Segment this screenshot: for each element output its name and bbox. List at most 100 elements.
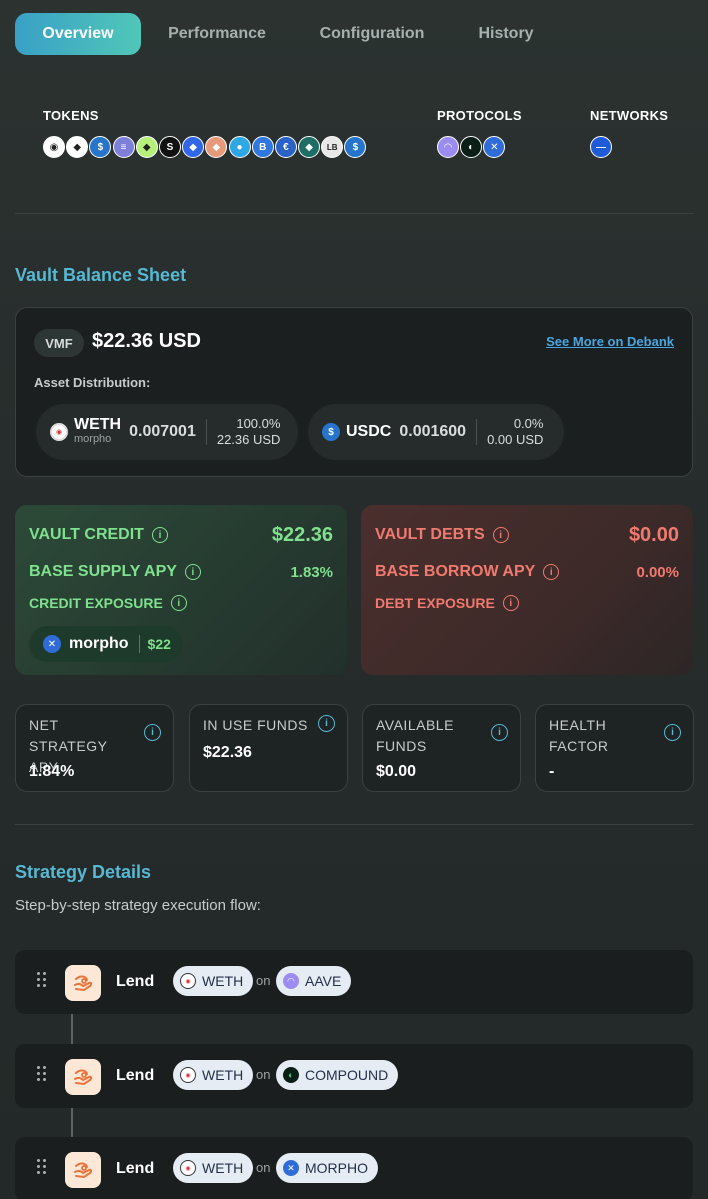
balance-sheet-card: VMF $22.36 USD See More on Debank Asset … xyxy=(15,307,693,477)
strategy-details-title: Strategy Details xyxy=(15,862,152,882)
step-connector-line xyxy=(71,1107,73,1137)
base-network-icon[interactable]: — xyxy=(590,136,612,158)
token-icon-list: ◉ ◆ $ ≡ ◆ S ◆ ◆ ● B € ◆ LB $ xyxy=(43,136,368,158)
drag-handle-icon[interactable] xyxy=(37,1159,47,1175)
vault-debts-value: $0.00 xyxy=(628,524,679,546)
vault-tag-badge: VMF xyxy=(34,329,84,357)
exposure-value: $22 xyxy=(147,636,171,652)
weth-icon: ◉ xyxy=(180,973,196,989)
info-icon[interactable]: i xyxy=(151,527,168,543)
lend-icon xyxy=(65,1152,101,1188)
morpho-icon: ✕ xyxy=(43,635,61,653)
step-action: Lend xyxy=(116,1067,155,1084)
drag-handle-icon[interactable] xyxy=(37,972,47,988)
vault-credit-panel: VAULT CREDIT i $22.36 BASE SUPPLY APY i 1.… xyxy=(15,505,347,675)
eth-token-icon[interactable]: ◆ xyxy=(66,136,89,158)
weth-icon: ◉ xyxy=(50,423,68,441)
orange-eth-token-icon[interactable]: ◆ xyxy=(205,136,228,158)
drag-handle-icon[interactable] xyxy=(37,1066,47,1082)
morpho-exposure-pill[interactable]: ✕ morpho $22 xyxy=(29,626,183,662)
vault-credit-label: VAULT CREDIT i xyxy=(29,526,168,544)
metric-value: $0.00 xyxy=(376,763,417,780)
metric-label: AVAILABLE FUNDS xyxy=(376,717,454,754)
usdc-token-icon[interactable]: $ xyxy=(89,136,112,158)
info-icon[interactable]: i xyxy=(491,724,508,741)
base-borrow-apy-label: BASE BORROW APY i xyxy=(375,563,560,581)
protocols-label: PROTOCOLS xyxy=(437,108,522,123)
strategy-step[interactable]: Lend ◉ WETH on ◐ COMPOUND xyxy=(15,1044,693,1108)
asset-protocol: morpho xyxy=(74,433,112,445)
protocol-chip-morpho[interactable]: ✕ MORPHO xyxy=(276,1153,378,1183)
tab-overview[interactable]: Overview xyxy=(15,13,141,55)
tokens-label: TOKENS xyxy=(43,108,99,123)
morpho-protocol-icon[interactable]: ✕ xyxy=(483,136,506,158)
weth-icon: ◉ xyxy=(180,1160,196,1176)
info-icon[interactable]: i xyxy=(184,564,201,580)
in-use-funds-card: IN USE FUNDS i $22.36 xyxy=(189,704,348,792)
tab-history[interactable]: History xyxy=(451,13,561,55)
protocol-icon-list: ◠ ◐ ✕ xyxy=(437,136,507,158)
vault-debts-panel: VAULT DEBTS i $0.00 BASE BORROW APY i 0.00… xyxy=(361,505,693,675)
protocol-chip-aave[interactable]: ◠ AAVE xyxy=(276,966,352,996)
debt-exposure-label: DEBT EXPOSURE i xyxy=(375,595,519,611)
token-chip-weth[interactable]: ◉ WETH xyxy=(173,1060,254,1090)
debank-link[interactable]: See More on Debank xyxy=(546,334,674,349)
info-icon[interactable]: i xyxy=(318,715,335,732)
info-icon[interactable]: i xyxy=(502,595,519,611)
weth-token-icon[interactable]: ◉ xyxy=(43,136,65,158)
strategy-step[interactable]: Lend ◉ WETH on ◠ AAVE xyxy=(15,950,693,1014)
token-chip-weth[interactable]: ◉ WETH xyxy=(173,966,254,996)
info-icon[interactable]: i xyxy=(492,527,509,543)
weth-icon: ◉ xyxy=(180,1067,196,1083)
step-connector-line xyxy=(71,1014,73,1044)
health-factor-card: HEALTH FACTOR i - xyxy=(535,704,694,792)
asset-percent: 0.0% xyxy=(513,416,544,431)
info-icon[interactable]: i xyxy=(664,724,681,741)
asset-chip-weth[interactable]: ◉ WETH morpho 0.007001 100.0% 22.36 USD xyxy=(36,404,298,460)
lb-token-icon[interactable]: LB xyxy=(321,136,344,158)
tab-configuration[interactable]: Configuration xyxy=(293,13,451,55)
available-funds-card: AVAILABLE FUNDS i $0.00 xyxy=(362,704,521,792)
usdc2-token-icon[interactable]: $ xyxy=(344,136,367,158)
btc-token-icon[interactable]: B xyxy=(251,136,274,158)
aave-icon: ◠ xyxy=(283,973,299,989)
protocol-chip-compound[interactable]: ◐ COMPOUND xyxy=(276,1060,399,1090)
vault-debts-label: VAULT DEBTS i xyxy=(375,526,509,544)
base-supply-apy-value: 1.83% xyxy=(290,564,333,581)
morpho-icon: ✕ xyxy=(283,1160,299,1176)
asset-amount: 0.007001 xyxy=(129,423,196,440)
vault-balance: $22.36 USD xyxy=(92,330,201,352)
blue-eth-token-icon[interactable]: ◆ xyxy=(182,136,205,158)
black-s-token-icon[interactable]: S xyxy=(158,136,181,158)
net-strategy-apy-card: NET STRATEGY APY i 1.84% xyxy=(15,704,174,792)
lend-icon xyxy=(65,965,101,1001)
token-chip-weth[interactable]: ◉ WETH xyxy=(173,1153,254,1183)
credit-exposure-label: CREDIT EXPOSURE i xyxy=(29,595,187,611)
striped-token-icon[interactable]: ≡ xyxy=(112,136,135,158)
separator xyxy=(476,419,478,445)
step-action: Lend xyxy=(116,973,155,990)
separator xyxy=(205,419,207,445)
aave-protocol-icon[interactable]: ◠ xyxy=(437,136,459,158)
green-eth-token-icon[interactable]: ◆ xyxy=(135,136,158,158)
asset-symbol: USDC xyxy=(346,423,392,440)
asset-chip-usdc[interactable]: $ USDC 0.001600 0.0% 0.00 USD xyxy=(308,404,564,460)
euro-token-icon[interactable]: € xyxy=(274,136,297,158)
compound-protocol-icon[interactable]: ◐ xyxy=(460,136,483,158)
connector-text: on xyxy=(256,1067,271,1082)
asset-symbol: WETH xyxy=(74,416,122,433)
compound-icon: ◐ xyxy=(283,1067,299,1083)
strategy-step[interactable]: Lend ◉ WETH on ✕ MORPHO xyxy=(15,1137,693,1199)
asset-percent: 100.0% xyxy=(236,416,281,431)
metric-value: $22.36 xyxy=(203,744,252,761)
tab-performance[interactable]: Performance xyxy=(141,13,293,55)
connector-text: on xyxy=(256,973,271,988)
drop-token-icon[interactable]: ● xyxy=(228,136,251,158)
metric-label: HEALTH FACTOR xyxy=(549,717,609,754)
exposure-protocol: morpho xyxy=(69,635,129,652)
info-icon[interactable]: i xyxy=(144,724,161,741)
base-borrow-apy-value: 0.00% xyxy=(636,564,679,581)
teal-eth-token-icon[interactable]: ◆ xyxy=(298,136,321,158)
info-icon[interactable]: i xyxy=(170,595,187,611)
info-icon[interactable]: i xyxy=(543,564,560,580)
